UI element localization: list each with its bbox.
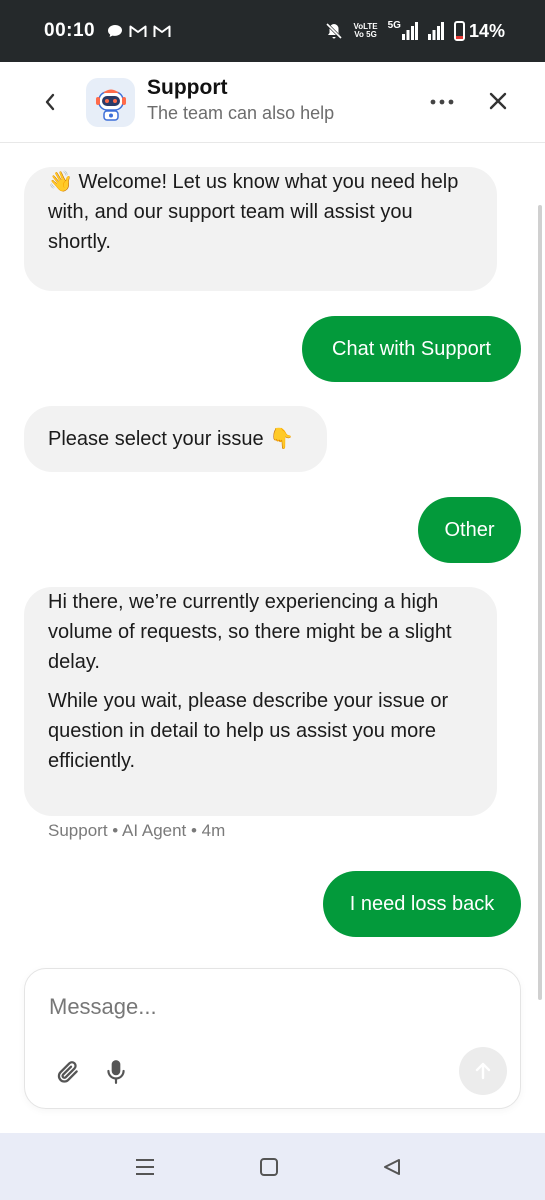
close-button[interactable] [483, 86, 513, 116]
more-options-button[interactable] [424, 88, 460, 116]
signal-bars-icon [401, 22, 418, 40]
chat-bubble-icon [108, 25, 123, 37]
user-message: I need loss back [323, 871, 521, 937]
chat-subtitle: The team can also help [147, 103, 335, 123]
mute-bell-icon [326, 22, 343, 40]
robot-icon [95, 89, 126, 121]
signal-5g: 5G [388, 21, 418, 40]
message-composer [24, 968, 521, 1109]
message-paragraph: While you wait, please describe your iss… [48, 690, 449, 772]
voice-input-button[interactable] [101, 1057, 131, 1087]
notification-icons [107, 23, 171, 39]
message-text: 👋 Welcome! Let us know what you need hel… [48, 171, 459, 253]
agent-message: Hi there, we’re currently experiencing a… [24, 587, 497, 816]
triangle-back-icon [384, 1159, 400, 1175]
message-text: Please select your issue 👇 [48, 428, 295, 450]
status-bar: 00:10 VoLTE Vo 5G 5G 14% [0, 0, 545, 62]
battery: 14% [453, 21, 505, 42]
message-meta: Support • AI Agent • 4m [48, 821, 226, 840]
arrow-up-icon [475, 1062, 491, 1080]
signal-bars-icon [427, 22, 444, 40]
message-paragraph: Hi there, we’re currently experiencing a… [48, 591, 452, 673]
message-text: Other [444, 519, 495, 541]
chevron-left-icon [45, 93, 55, 111]
volte-indicator: VoLTE Vo 5G [353, 22, 378, 39]
microphone-icon [107, 1060, 125, 1084]
message-input[interactable] [49, 991, 449, 1023]
recent-apps-button[interactable] [130, 1153, 160, 1181]
gmail-icon [153, 25, 171, 37]
menu-lines-icon [136, 1159, 154, 1175]
home-button[interactable] [254, 1153, 284, 1181]
system-back-button[interactable] [377, 1153, 407, 1181]
battery-icon [453, 21, 465, 41]
gmail-icon [129, 25, 147, 37]
system-nav-bar [0, 1133, 545, 1200]
chat-title: Support [147, 76, 228, 99]
message-text: Chat with Support [332, 338, 491, 360]
chat-scrollbar[interactable] [538, 205, 542, 1000]
status-right: VoLTE Vo 5G 5G 14% [325, 21, 505, 42]
back-button[interactable] [36, 88, 64, 116]
status-time: 00:10 [44, 20, 96, 41]
agent-message: 👋 Welcome! Let us know what you need hel… [24, 167, 497, 291]
attach-button[interactable] [53, 1057, 83, 1087]
more-horizontal-icon [430, 99, 454, 105]
support-avatar [86, 78, 135, 127]
user-message: Other [418, 497, 521, 563]
send-button[interactable] [459, 1047, 507, 1095]
user-message: Chat with Support [302, 316, 521, 382]
paperclip-icon [57, 1061, 78, 1083]
message-text: I need loss back [349, 893, 495, 915]
square-icon [260, 1158, 278, 1176]
chat-header: Support The team can also help [0, 62, 545, 143]
close-icon [489, 92, 507, 110]
agent-message: Please select your issue 👇 [24, 406, 327, 472]
